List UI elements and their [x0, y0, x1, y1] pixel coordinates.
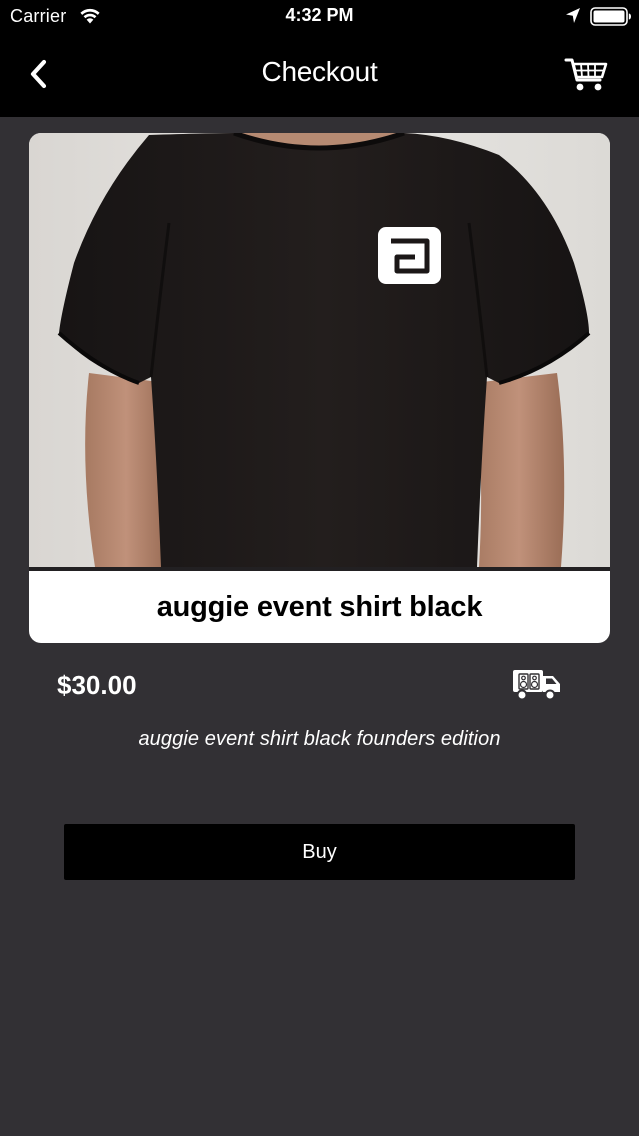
page-title: Checkout	[261, 56, 378, 87]
location-arrow-icon	[566, 8, 580, 23]
product-image	[29, 133, 610, 567]
nav-bar: Checkout	[0, 34, 639, 117]
cart-button[interactable]	[564, 56, 610, 94]
product-title: auggie event shirt black	[156, 591, 483, 623]
status-time: 4:32 PM	[285, 5, 354, 25]
header: Carrier 4:32 PM Checkout	[0, 0, 639, 117]
product-card[interactable]: auggie event shirt black	[29, 133, 610, 643]
product-price: $30.00	[57, 670, 137, 700]
product-description: auggie event shirt black founders editio…	[138, 728, 501, 750]
image-divider	[29, 567, 610, 571]
cart-icon	[564, 58, 608, 91]
battery-icon	[590, 7, 631, 26]
delivery-truck-icon	[513, 670, 560, 701]
status-bar: Carrier 4:32 PM	[0, 0, 639, 34]
buy-button[interactable]: Buy	[64, 824, 575, 880]
